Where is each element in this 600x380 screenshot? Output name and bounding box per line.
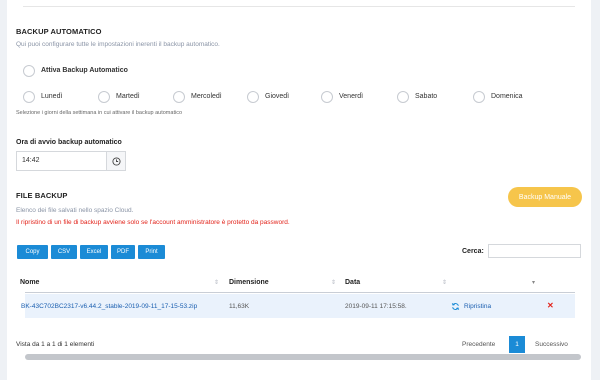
file-size: 11,63K	[229, 303, 250, 310]
weekday-radio[interactable]	[321, 91, 333, 103]
weekday-label: Martedì	[116, 93, 140, 100]
start-time-label: Ora di avvio backup automatico	[16, 139, 122, 146]
sort-arrows-icon[interactable]: ⇕	[442, 279, 447, 286]
restore-link[interactable]: Ripristina	[464, 303, 491, 310]
weekday-radio[interactable]	[98, 91, 110, 103]
file-backup-description: Elenco dei file salvati nello spazio Clo…	[16, 207, 134, 214]
pagination-previous[interactable]: Precedente	[462, 341, 495, 348]
weekday-label: Mercoledì	[191, 93, 222, 100]
weekday-radio[interactable]	[473, 91, 485, 103]
restore-warning: Il ripristino di un file di backup avvie…	[16, 219, 290, 226]
print-button[interactable]: Print	[138, 245, 165, 259]
weekday-label: Lunedì	[41, 93, 63, 100]
weekday-help-text: Selezione i giorni della settimana in cu…	[16, 110, 183, 116]
weekday-label: Venerdì	[339, 93, 364, 100]
weekday-label: Domenica	[491, 93, 523, 100]
file-date: 2019-09-11 17:15:58.	[345, 303, 407, 310]
pagination-current-page[interactable]: 1	[509, 336, 525, 353]
file-name-link[interactable]: BK-43C702BC2317-v6.44.2_stable-2019-09-1…	[21, 303, 197, 310]
weekday-label: Sabato	[415, 93, 438, 100]
search-input[interactable]	[488, 244, 581, 258]
enable-backup-label: Attiva Backup Automatico	[41, 67, 128, 74]
column-header-name[interactable]: Nome	[20, 279, 39, 286]
copy-button[interactable]: Copy	[17, 245, 48, 259]
sort-down-icon[interactable]: ▾	[532, 279, 535, 286]
top-divider	[23, 6, 575, 7]
table-header-divider	[25, 292, 575, 293]
backup-panel: BACKUP AUTOMATICO Qui puoi configurare t…	[7, 0, 591, 380]
sort-arrows-icon[interactable]: ⇕	[214, 279, 219, 286]
csv-button[interactable]: CSV	[51, 245, 77, 259]
weekday-radio[interactable]	[173, 91, 185, 103]
enable-backup-radio[interactable]	[23, 65, 35, 77]
weekday-radio[interactable]	[23, 91, 35, 103]
clock-button[interactable]	[106, 151, 126, 171]
weekday-radio[interactable]	[397, 91, 409, 103]
table-info: Vista da 1 a 1 di 1 elementi	[16, 341, 95, 348]
manual-backup-button[interactable]: Backup Manuale	[508, 187, 582, 207]
clock-icon	[111, 156, 121, 166]
excel-button[interactable]: Excel	[80, 245, 108, 259]
horizontal-scrollbar[interactable]	[25, 354, 581, 360]
start-time-input[interactable]: 14:42	[16, 151, 107, 171]
sort-arrows-icon[interactable]: ⇕	[331, 279, 336, 286]
refresh-icon[interactable]	[451, 302, 460, 311]
pdf-button[interactable]: PDF	[111, 245, 135, 259]
backup-section-description: Qui puoi configurare tutte le impostazio…	[16, 41, 220, 48]
file-backup-title: FILE BACKUP	[16, 191, 68, 200]
weekday-radio[interactable]	[247, 91, 259, 103]
search-label: Cerca:	[462, 248, 484, 255]
backup-section-title: BACKUP AUTOMATICO	[16, 27, 102, 36]
close-icon[interactable]: ✕	[547, 301, 554, 310]
pagination-next[interactable]: Successivo	[535, 341, 568, 348]
column-header-size[interactable]: Dimensione	[229, 279, 269, 286]
column-header-date[interactable]: Data	[345, 279, 360, 286]
weekday-label: Giovedì	[265, 93, 290, 100]
